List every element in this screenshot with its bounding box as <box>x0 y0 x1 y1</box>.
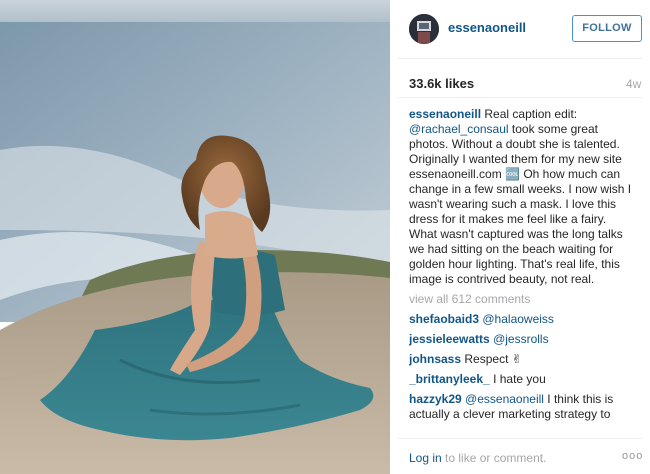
post-footer: Log in to like or comment. ooo <box>390 438 650 474</box>
comments-list[interactable]: essenaoneill Real caption edit: @rachael… <box>409 107 637 429</box>
follow-button[interactable]: FOLLOW <box>572 15 642 42</box>
login-prompt: Log in to like or comment. <box>409 451 546 465</box>
comment-mention[interactable]: @jessrolls <box>493 332 549 346</box>
instagram-post-view: essenaoneill FOLLOW 33.6k likes 4w essen… <box>0 0 650 474</box>
comment-item: jessieleewatts @jessrolls <box>409 332 637 347</box>
caption-username[interactable]: essenaoneill <box>409 107 481 121</box>
comment-item: hazzyk29 @essenaoneill I think this is a… <box>409 392 637 422</box>
header-divider <box>398 58 642 59</box>
comment-mention[interactable]: @essenaoneill <box>465 392 544 406</box>
post-age[interactable]: 4w <box>626 77 641 91</box>
caption-text-end: took some great photos. Without a doubt … <box>409 122 632 286</box>
likes-divider <box>398 97 642 98</box>
comment-item: shefaobaid3 @halaoweiss <box>409 312 637 327</box>
caption-mention[interactable]: @rachael_consaul <box>409 122 509 136</box>
likes-count[interactable]: 33.6k likes <box>409 76 474 91</box>
post-sidebar: essenaoneill FOLLOW 33.6k likes 4w essen… <box>390 0 650 474</box>
comment-username[interactable]: johnsass <box>409 352 461 366</box>
comment-item: johnsass Respect ✌ <box>409 352 637 367</box>
post-photo[interactable] <box>0 0 390 474</box>
comment-username[interactable]: hazzyk29 <box>409 392 462 406</box>
comment-username[interactable]: jessieleewatts <box>409 332 490 346</box>
login-prompt-text: to like or comment. <box>441 451 547 465</box>
comment-username[interactable]: _brittanyleek_ <box>409 372 490 386</box>
comment-mention[interactable]: @halaoweiss <box>482 312 554 326</box>
comment-username[interactable]: shefaobaid3 <box>409 312 479 326</box>
more-options-icon[interactable]: ooo <box>622 450 643 462</box>
post-author-username[interactable]: essenaoneill <box>448 20 526 35</box>
comment-text: I hate you <box>493 372 546 386</box>
post-header: essenaoneill FOLLOW <box>390 0 650 58</box>
comment-item: _brittanyleek_ I hate you <box>409 372 637 387</box>
caption-text-start: Real caption edit: <box>484 107 578 121</box>
avatar[interactable] <box>409 14 439 44</box>
comment-text: Respect ✌ <box>464 352 522 366</box>
view-all-comments-link[interactable]: view all 612 comments <box>409 292 637 307</box>
caption: essenaoneill Real caption edit: @rachael… <box>409 107 637 287</box>
login-link[interactable]: Log in <box>409 451 442 465</box>
